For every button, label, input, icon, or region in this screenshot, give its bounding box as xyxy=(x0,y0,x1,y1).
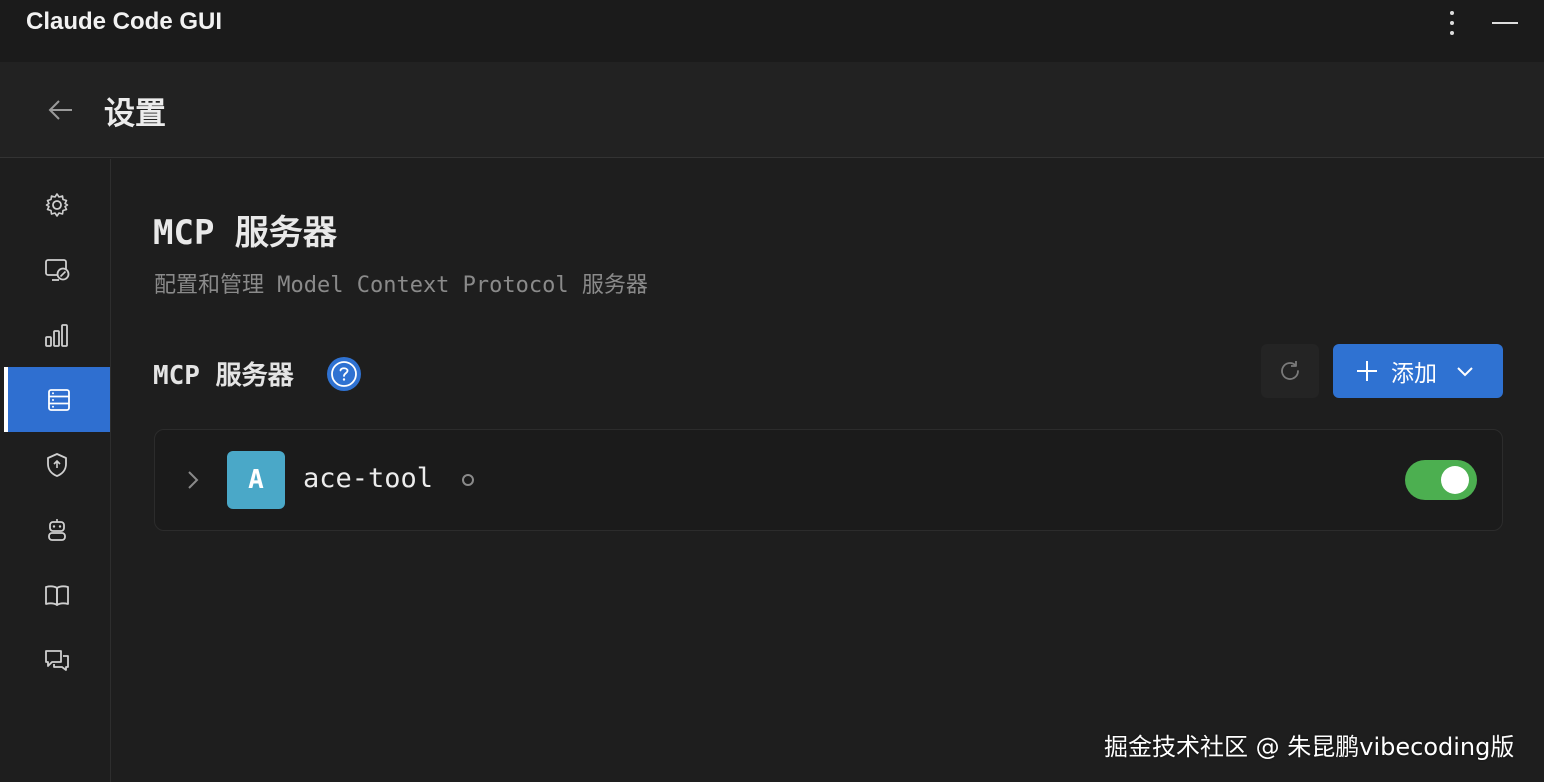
back-button[interactable] xyxy=(42,92,78,128)
main-content: MCP 服务器 配置和管理 Model Context Protocol 服务器… xyxy=(111,159,1544,782)
sidebar-item-agents[interactable] xyxy=(4,497,110,562)
server-status-indicator xyxy=(462,474,474,486)
app-title: Claude Code GUI xyxy=(26,8,223,35)
chevron-right-icon[interactable] xyxy=(183,468,203,492)
more-vertical-icon[interactable] xyxy=(1440,8,1464,38)
server-name: ace-tool xyxy=(303,463,434,494)
gear-icon xyxy=(45,192,69,217)
minimize-icon[interactable] xyxy=(1490,8,1520,38)
sidebar-item-docs[interactable] xyxy=(4,562,110,627)
sidebar-item-general[interactable] xyxy=(4,172,110,237)
watermark: 掘金技术社区 @ 朱昆鹏vibecoding版 xyxy=(1104,733,1515,761)
sidebar-item-usage[interactable] xyxy=(4,302,110,367)
section-title: MCP 服务器 xyxy=(153,213,337,253)
question-circle-icon[interactable] xyxy=(325,355,363,393)
toggle-knob xyxy=(1441,466,1469,494)
server-card[interactable]: A ace-tool xyxy=(154,429,1503,531)
plus-icon xyxy=(1357,361,1377,381)
sidebar-item-remote[interactable] xyxy=(4,237,110,302)
mcp-servers-heading: MCP 服务器 xyxy=(153,361,294,391)
chevron-down-icon xyxy=(1457,367,1473,377)
settings-header: 设置 xyxy=(0,62,1544,158)
chat-icon xyxy=(45,649,69,671)
refresh-button[interactable] xyxy=(1261,344,1319,398)
sidebar-item-feedback[interactable] xyxy=(4,627,110,692)
sidebar-item-permissions[interactable] xyxy=(4,432,110,497)
book-icon xyxy=(45,584,69,606)
server-avatar: A xyxy=(227,451,285,509)
section-description: 配置和管理 Model Context Protocol 服务器 xyxy=(154,273,648,298)
title-bar: Claude Code GUI xyxy=(0,0,1544,62)
robot-icon xyxy=(48,518,66,541)
sidebar-item-mcp[interactable] xyxy=(4,367,110,432)
shield-icon xyxy=(47,452,67,477)
monitor-remote-icon xyxy=(45,258,70,281)
server-enable-toggle[interactable] xyxy=(1405,460,1477,500)
add-server-button[interactable]: 添加 xyxy=(1333,344,1503,398)
arrow-left-icon xyxy=(48,100,72,120)
page-title: 设置 xyxy=(104,96,166,132)
bar-chart-icon xyxy=(45,323,68,347)
settings-sidebar xyxy=(0,159,111,782)
server-icon xyxy=(48,388,70,411)
add-button-label: 添加 xyxy=(1391,361,1437,387)
refresh-icon xyxy=(1281,361,1299,380)
